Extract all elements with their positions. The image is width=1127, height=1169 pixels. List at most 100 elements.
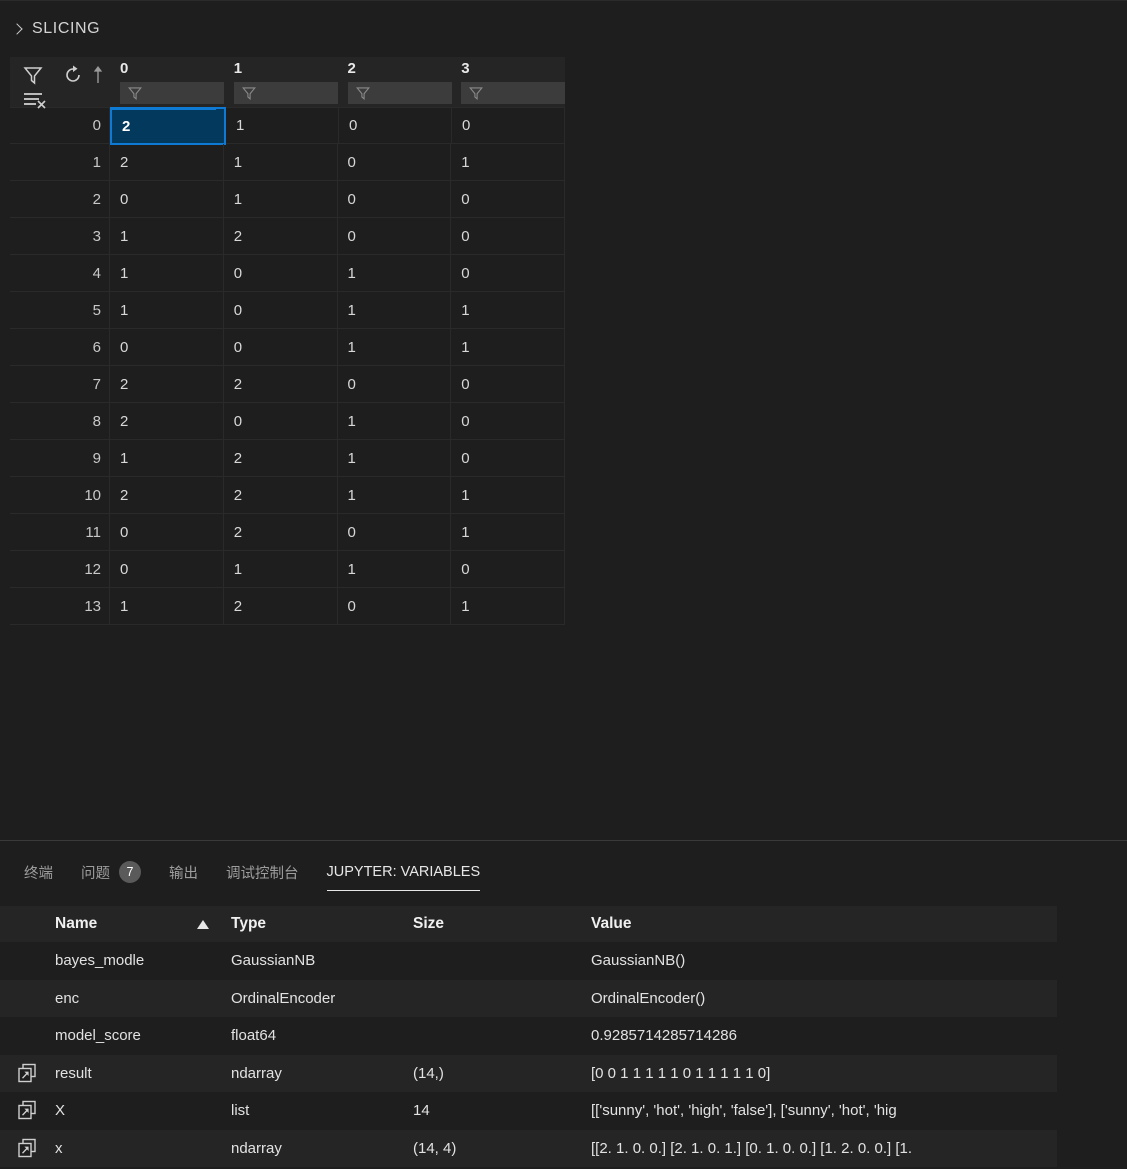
column-header-name[interactable]: Name	[55, 915, 231, 933]
grid-column-header-0[interactable]: 0	[110, 57, 224, 110]
grid-cell[interactable]: 1	[226, 108, 339, 143]
variable-row[interactable]: enc OrdinalEncoder OrdinalEncoder()	[0, 979, 1057, 1017]
clear-filter-icon[interactable]	[22, 90, 48, 115]
grid-cell[interactable]: 0	[452, 108, 565, 143]
grid-cell[interactable]: 1	[110, 440, 224, 476]
grid-cell[interactable]: 0	[224, 403, 338, 439]
grid-cell[interactable]: 0	[451, 181, 565, 217]
grid-cell[interactable]: 0	[224, 329, 338, 365]
variable-row[interactable]: result ndarray (14,) [0 0 1 1 1 1 1 0 1 1 1…	[0, 1054, 1057, 1092]
variable-row[interactable]: bayes_modle GaussianNB GaussianNB()	[0, 942, 1057, 980]
variable-row[interactable]: model_score float64 0.9285714285714286	[0, 1017, 1057, 1055]
panel-tab-0[interactable]: 终端	[24, 853, 53, 891]
grid-cell[interactable]: 2	[110, 144, 224, 180]
grid-cell[interactable]: 1	[224, 181, 338, 217]
grid-cell[interactable]: 2	[110, 477, 224, 513]
open-in-data-viewer-icon[interactable]	[0, 1138, 55, 1159]
open-in-data-viewer-icon[interactable]	[0, 1100, 55, 1121]
grid-cell[interactable]: 0	[338, 218, 452, 254]
grid-cell[interactable]: 1	[110, 255, 224, 291]
grid-cell[interactable]: 1	[110, 588, 224, 624]
grid-cell[interactable]: 0	[224, 292, 338, 328]
grid-cell[interactable]: 1	[451, 292, 565, 328]
grid-cell[interactable]: 0	[339, 108, 452, 143]
grid-cell[interactable]: 0	[338, 181, 452, 217]
grid-cell[interactable]: 2	[224, 588, 338, 624]
table-row[interactable]: 41010	[10, 255, 565, 292]
grid-cell[interactable]: 0	[338, 514, 452, 550]
slicing-section-header[interactable]: SLICING	[12, 14, 100, 44]
grid-cell[interactable]: 0	[110, 551, 224, 587]
grid-cell[interactable]: 1	[110, 218, 224, 254]
grid-cell[interactable]: 1	[451, 588, 565, 624]
variable-row[interactable]: x ndarray (14, 4) [[2. 1. 0. 0.] [2. 1. 0. …	[0, 1129, 1057, 1167]
grid-cell[interactable]: 1	[338, 440, 452, 476]
panel-tab-2[interactable]: 输出	[169, 853, 198, 891]
panel-tab-3[interactable]: 调试控制台	[226, 853, 299, 891]
table-row[interactable]: 60011	[10, 329, 565, 366]
sort-ascending-icon[interactable]	[90, 63, 106, 92]
grid-cell[interactable]: 2	[224, 218, 338, 254]
grid-column-filter-1[interactable]	[233, 82, 338, 104]
grid-cell[interactable]: 2	[224, 514, 338, 550]
column-header-size[interactable]: Size	[413, 915, 591, 933]
panel-tab-1[interactable]: 问题 7	[81, 853, 141, 891]
grid-cell[interactable]: 2	[110, 366, 224, 402]
grid-column-filter-3[interactable]	[461, 82, 566, 104]
table-row[interactable]: 20100	[10, 181, 565, 218]
grid-cell[interactable]: 1	[338, 551, 452, 587]
grid-cell[interactable]: 0	[451, 366, 565, 402]
grid-cell[interactable]: 1	[451, 329, 565, 365]
grid-cell[interactable]: 0	[451, 255, 565, 291]
column-header-type[interactable]: Type	[231, 915, 413, 933]
table-row[interactable]: 82010	[10, 403, 565, 440]
grid-column-header-1[interactable]: 1	[224, 57, 338, 107]
grid-cell[interactable]: 0	[451, 218, 565, 254]
grid-cell[interactable]: 1	[451, 477, 565, 513]
column-header-value[interactable]: Value	[591, 915, 1057, 933]
grid-cell[interactable]: 1	[451, 144, 565, 180]
table-row[interactable]: 11 0 2 0 1	[10, 514, 565, 551]
grid-cell[interactable]: 1	[338, 329, 452, 365]
grid-cell[interactable]: 2	[224, 366, 338, 402]
table-row[interactable]: 51011	[10, 292, 565, 329]
grid-cell[interactable]: 2	[224, 477, 338, 513]
grid-cell[interactable]: 2	[224, 440, 338, 476]
grid-cell[interactable]: 0	[110, 181, 224, 217]
grid-cell[interactable]: 0	[338, 144, 452, 180]
panel-tab-4[interactable]: JUPYTER: VARIABLES	[326, 853, 481, 891]
table-row[interactable]: 31200	[10, 218, 565, 255]
grid-cell[interactable]: 1	[338, 292, 452, 328]
selected-cell[interactable]: 2	[110, 107, 226, 145]
grid-cell[interactable]: 1	[338, 255, 452, 291]
table-row[interactable]: 12101	[10, 144, 565, 181]
refresh-icon[interactable]	[62, 64, 84, 91]
grid-column-filter-2[interactable]	[347, 82, 452, 104]
grid-cell[interactable]: 1	[224, 551, 338, 587]
grid-cell[interactable]: 0	[451, 403, 565, 439]
grid-column-filter-0[interactable]	[120, 82, 224, 104]
grid-cell[interactable]: 1	[338, 477, 452, 513]
table-row[interactable]: 10 2 2 1 1	[10, 477, 565, 514]
grid-cell[interactable]: 0	[451, 440, 565, 476]
grid-cell[interactable]: 1	[338, 403, 452, 439]
grid-cell[interactable]: 2	[110, 403, 224, 439]
filter-icon[interactable]	[22, 64, 44, 91]
table-row[interactable]: 72200	[10, 366, 565, 403]
open-in-data-viewer-icon[interactable]	[0, 1063, 55, 1084]
grid-cell[interactable]: 0	[224, 255, 338, 291]
grid-cell[interactable]: 1	[224, 144, 338, 180]
grid-cell[interactable]: 0	[451, 551, 565, 587]
table-row[interactable]: 13 1 2 0 1	[10, 588, 565, 625]
table-row[interactable]: 12 0 1 1 0	[10, 551, 565, 588]
grid-column-header-2[interactable]: 2	[338, 57, 452, 107]
table-row[interactable]: 91210	[10, 440, 565, 477]
grid-cell[interactable]: 1	[451, 514, 565, 550]
grid-cell[interactable]: 0	[110, 514, 224, 550]
variable-row[interactable]: Xlist 14 [['sunny', 'hot', 'high', 'false'…	[0, 1092, 1057, 1130]
grid-column-header-3[interactable]: 3	[451, 57, 566, 107]
table-row[interactable]: 02100	[10, 107, 565, 145]
grid-cell[interactable]: 1	[110, 292, 224, 328]
grid-cell[interactable]: 0	[338, 366, 452, 402]
grid-cell[interactable]: 0	[338, 588, 452, 624]
